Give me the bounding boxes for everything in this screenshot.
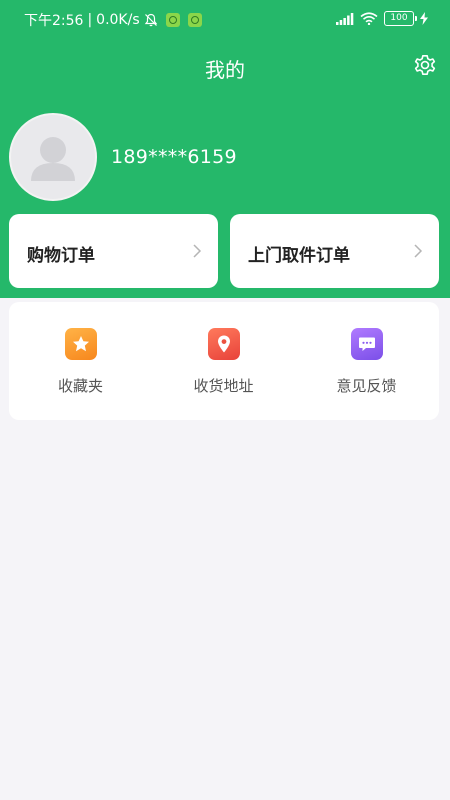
battery-level: 100	[390, 13, 408, 23]
status-left: 下午2:56 | 0.0K/s	[24, 10, 202, 30]
address-icon-box	[207, 328, 240, 360]
star-icon	[72, 336, 89, 352]
menu-item-feedback[interactable]: 意见反馈	[295, 328, 438, 396]
feedback-label: 意见反馈	[336, 377, 397, 395]
chevron-right-icon	[193, 244, 202, 258]
pickup-orders-label: 上门取件订单	[248, 246, 350, 266]
feedback-icon-box	[350, 328, 383, 360]
network-speed: 0.0K/s	[96, 12, 140, 28]
notification-app-icon-2	[187, 13, 202, 27]
shopping-orders-label: 购物订单	[27, 246, 95, 266]
chevron-right-icon	[414, 244, 423, 258]
page-title: 我的	[205, 58, 245, 82]
favorites-label: 收藏夹	[57, 377, 103, 395]
avatar[interactable]	[9, 113, 97, 201]
bell-muted-icon	[144, 13, 157, 27]
battery-icon: 100	[384, 11, 417, 26]
shopping-orders-card[interactable]: 购物订单	[9, 214, 218, 288]
favorites-icon-box	[64, 328, 97, 360]
menu-item-address[interactable]: 收货地址	[152, 328, 295, 396]
status-time: 下午2:56	[24, 13, 84, 29]
wifi-icon	[360, 12, 378, 25]
menu-panel: 收藏夹 收货地址 意见反馈	[9, 302, 439, 420]
chat-bubble-icon	[358, 337, 375, 351]
signal-icon	[336, 12, 354, 25]
notification-app-icon	[165, 13, 180, 27]
status-bar: 下午2:56 | 0.0K/s 100	[0, 0, 450, 38]
settings-gear-icon[interactable]	[412, 52, 438, 78]
status-separator: |	[87, 12, 93, 28]
pickup-orders-card[interactable]: 上门取件订单	[230, 214, 439, 288]
menu-item-favorites[interactable]: 收藏夹	[9, 328, 152, 396]
username[interactable]: 189****6159	[111, 146, 237, 168]
default-user-icon	[31, 137, 75, 181]
charging-icon	[420, 12, 428, 25]
address-label: 收货地址	[193, 377, 254, 395]
location-pin-icon	[217, 335, 230, 353]
status-right: 100	[336, 11, 428, 26]
